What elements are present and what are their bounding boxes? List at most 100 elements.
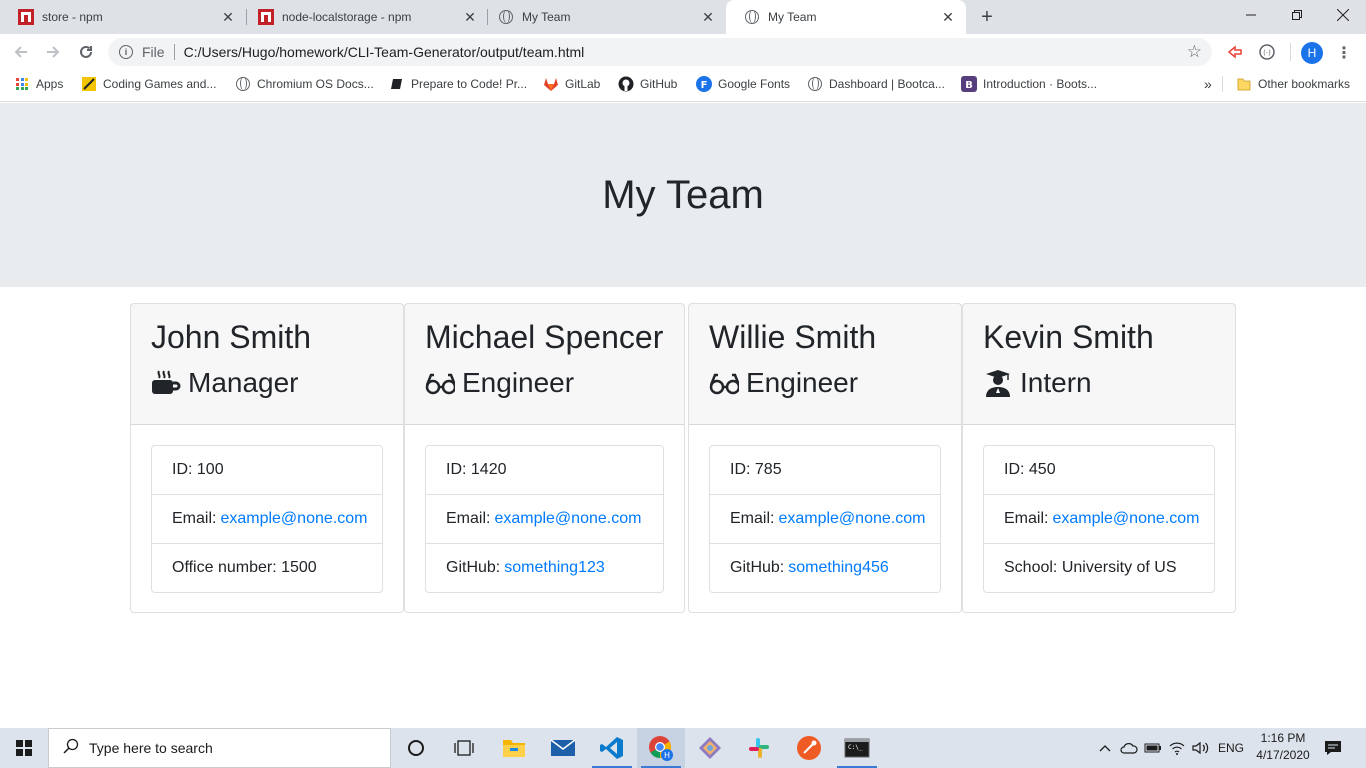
bookmark-label: Coding Games and... (103, 77, 217, 91)
role-label: Intern (1020, 367, 1092, 398)
tab-title: My Team (768, 10, 817, 24)
bookmark-prepare-to-code[interactable]: Prepare to Code! Pr... (389, 70, 527, 98)
task-view-button[interactable] (440, 728, 488, 768)
mail-button[interactable] (539, 728, 587, 768)
close-window-button[interactable] (1320, 0, 1366, 30)
details-list: ID: 100 Email: example@none.com Office nu… (151, 445, 383, 593)
omnibox-divider (173, 44, 175, 60)
start-button[interactable] (0, 728, 48, 768)
terminal-button[interactable]: C:\_ (833, 728, 881, 768)
role-label: Engineer (746, 367, 859, 398)
bookmarks-overflow-button[interactable]: » (1204, 70, 1212, 98)
close-icon[interactable]: ✕ (220, 9, 236, 25)
bookmark-google-fonts[interactable]: F Google Fonts (696, 70, 790, 98)
volume-button[interactable] (1190, 728, 1212, 768)
bookmark-star-icon[interactable]: ☆ (1187, 42, 1202, 62)
close-icon[interactable]: ✕ (940, 9, 956, 25)
address-bar[interactable]: i File C:/Users/Hugo/homework/CLI-Team-G… (108, 38, 1212, 66)
email-label: Email: (1004, 510, 1049, 527)
taskbar-search-box[interactable]: Type here to search (48, 728, 391, 768)
slack-button[interactable] (735, 728, 783, 768)
bookmark-label: GitHub (640, 77, 678, 91)
minimize-button[interactable] (1228, 0, 1274, 30)
taskbar-clock[interactable]: 1:16 PM 4/17/2020 (1250, 730, 1316, 764)
card-header: Michael Spencer Engineer (405, 304, 684, 425)
postman-button[interactable] (785, 728, 833, 768)
svg-text:C:\_: C:\_ (848, 744, 863, 751)
extension-icon[interactable]: (·) (1258, 43, 1276, 61)
show-hidden-icons-button[interactable] (1094, 728, 1116, 768)
email-link[interactable]: example@none.com (220, 510, 367, 528)
id-value: 785 (754, 461, 782, 478)
list-item-github: GitHub: something456 (710, 544, 940, 592)
vscode-button[interactable] (588, 728, 636, 768)
github-icon (618, 76, 634, 92)
list-item-school: School: University of US (984, 544, 1214, 592)
gitkraken-button[interactable] (686, 728, 734, 768)
tab-my-team-active[interactable]: My Team ✕ (726, 0, 966, 34)
github-label: GitHub: (730, 559, 785, 576)
new-tab-button[interactable]: + (976, 6, 998, 28)
profile-avatar[interactable]: H (1301, 42, 1323, 64)
school-label: School: (1004, 559, 1058, 576)
onedrive-button[interactable] (1118, 728, 1140, 768)
tab-store-npm[interactable]: store - npm ✕ (0, 0, 246, 34)
slack-icon (749, 738, 769, 758)
close-window-icon (1337, 9, 1349, 21)
school-value: University of US (1061, 559, 1177, 576)
reload-button[interactable] (72, 38, 100, 66)
forward-button[interactable] (39, 38, 67, 66)
action-center-button[interactable] (1318, 728, 1348, 768)
tab-my-team[interactable]: My Team ✕ (480, 0, 726, 34)
bookmark-other-bookmarks[interactable]: Other bookmarks (1236, 70, 1350, 98)
file-explorer-button[interactable] (490, 728, 538, 768)
details-list: ID: 1420 Email: example@none.com GitHub: s… (425, 445, 664, 593)
bookmark-coding-games[interactable]: Coding Games and... (81, 70, 216, 98)
email-link[interactable]: example@none.com (778, 510, 925, 528)
github-label: GitHub: (446, 559, 501, 576)
email-link[interactable]: example@none.com (494, 510, 641, 528)
id-value: 100 (196, 461, 224, 478)
employee-name: Willie Smith (709, 319, 877, 355)
bookmark-chromium-os-docs[interactable]: Chromium OS Docs... (235, 70, 374, 98)
extension-cast-icon[interactable] (1226, 43, 1244, 61)
bookmark-gitlab[interactable]: GitLab (543, 70, 600, 98)
github-link[interactable]: something123 (504, 559, 605, 577)
list-item-email: Email: example@none.com (710, 495, 940, 544)
bookmark-label: Dashboard | Bootca... (829, 77, 945, 91)
npm-icon (18, 9, 34, 25)
tab-node-localstorage[interactable]: node-localstorage - npm ✕ (240, 0, 488, 34)
reload-icon (80, 45, 92, 58)
close-icon[interactable]: ✕ (700, 9, 716, 25)
search-placeholder: Type here to search (89, 740, 213, 756)
scheme-label: File (142, 44, 165, 60)
bookmark-dashboard-bootcamp[interactable]: Dashboard | Bootca... (807, 70, 945, 98)
cortana-button[interactable] (392, 728, 440, 768)
id-label: ID: (730, 461, 751, 478)
github-link[interactable]: something456 (788, 559, 889, 577)
bookmark-label: GitLab (565, 77, 601, 91)
id-label: ID: (446, 461, 467, 478)
restore-button[interactable] (1274, 0, 1320, 30)
language-indicator[interactable]: ENG (1214, 728, 1248, 768)
list-item-email: Email: example@none.com (984, 495, 1214, 544)
back-button[interactable] (7, 38, 35, 66)
info-icon[interactable]: i (119, 45, 133, 59)
email-link[interactable]: example@none.com (1052, 510, 1199, 528)
battery-button[interactable] (1142, 728, 1164, 768)
network-button[interactable] (1166, 728, 1188, 768)
chrome-button[interactable]: H (637, 728, 685, 768)
tab-strip: store - npm ✕ node-localstorage - npm ✕ … (0, 0, 1366, 34)
cloud-icon (1120, 743, 1138, 754)
menu-icon[interactable]: ⋮ (1336, 43, 1352, 63)
glasses-icon (425, 369, 455, 397)
url-text[interactable]: C:/Users/Hugo/homework/CLI-Team-Generato… (184, 44, 585, 60)
globe-icon (498, 9, 514, 25)
bookmark-github[interactable]: GitHub (618, 70, 677, 98)
tab-title: My Team (522, 10, 571, 24)
clock-date: 4/17/2020 (1256, 748, 1310, 762)
close-icon[interactable]: ✕ (462, 9, 478, 25)
coding-games-icon (81, 76, 97, 92)
bookmark-bootstrap-intro[interactable]: B Introduction · Boots... (961, 70, 1097, 98)
bookmark-apps[interactable]: Apps (14, 70, 63, 98)
